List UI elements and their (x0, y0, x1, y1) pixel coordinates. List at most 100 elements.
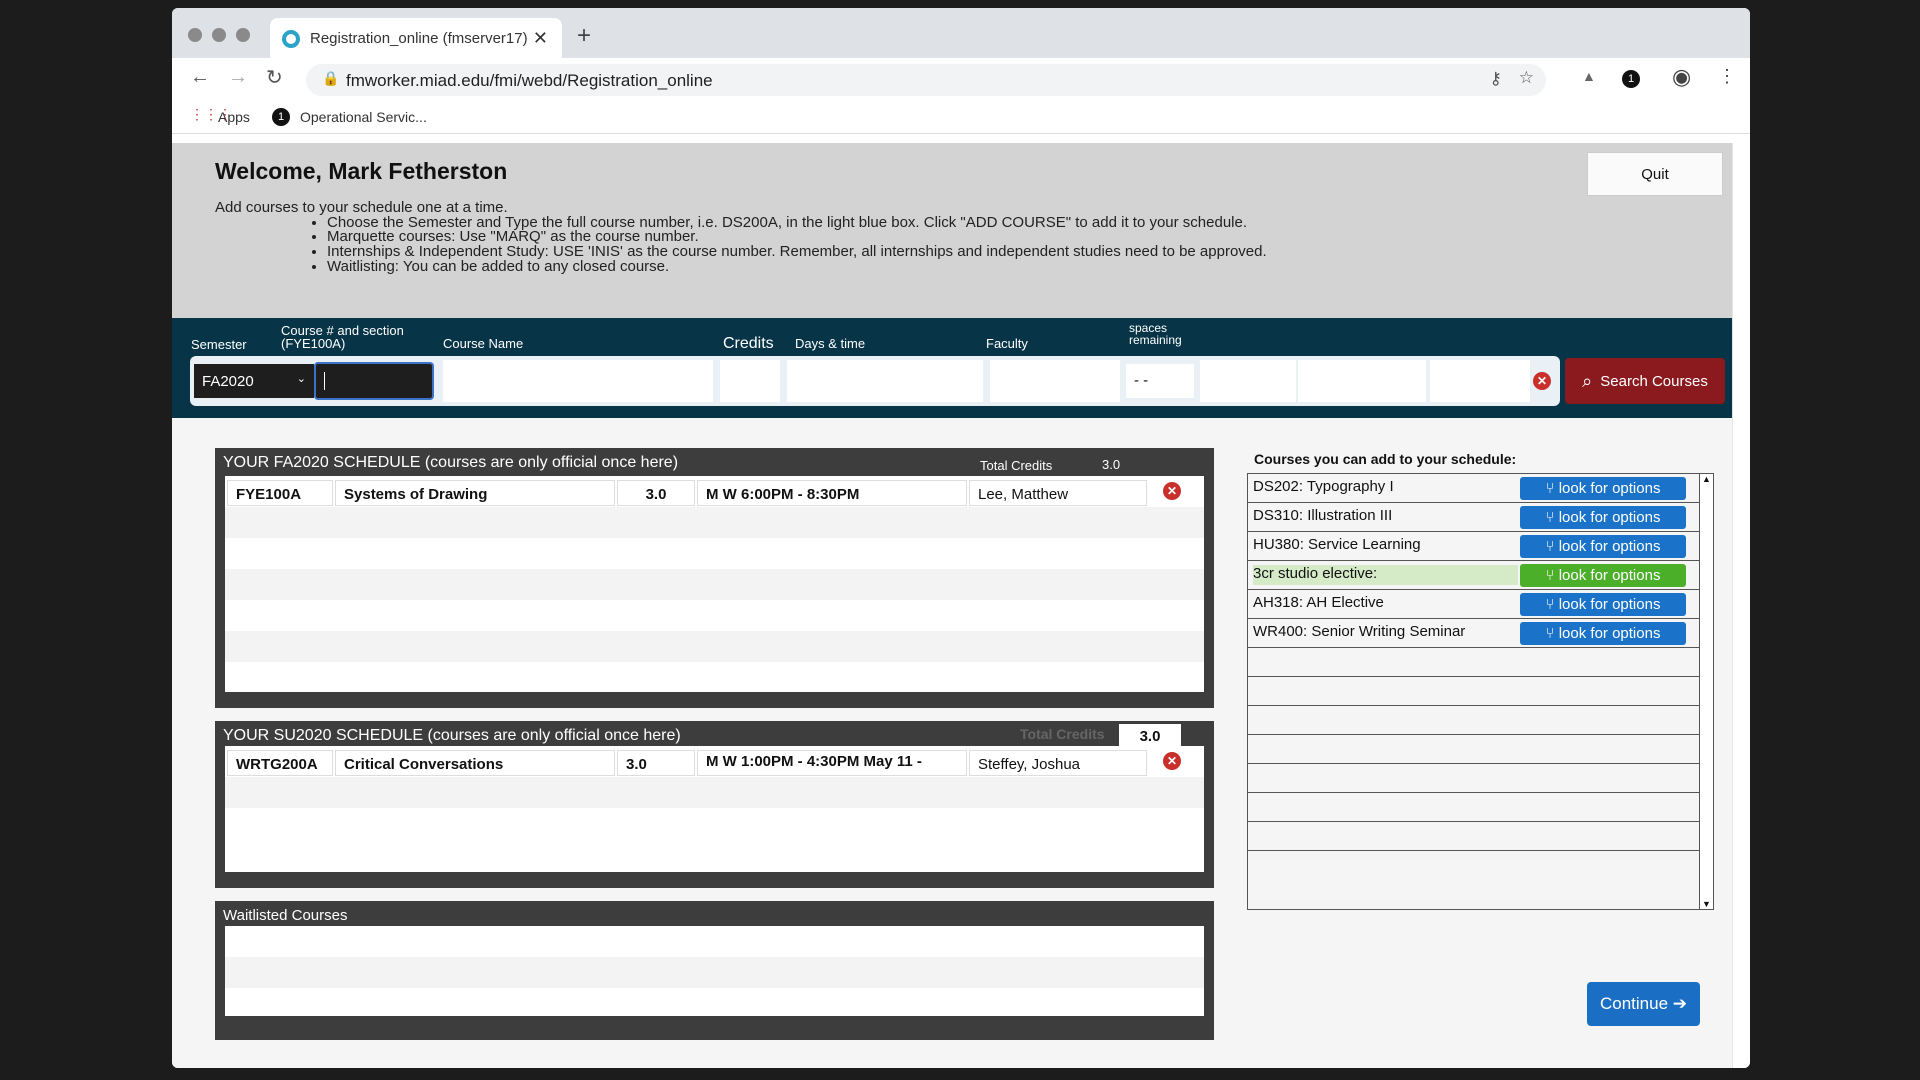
days-time-field[interactable] (787, 360, 983, 402)
course-code: FYE100A (227, 480, 333, 506)
bookmark-icon: 1 (272, 108, 290, 126)
browser-window: Registration_online (fmserver17) ✕ + ← →… (172, 8, 1750, 1068)
course-time: M W 6:00PM - 8:30PM (697, 480, 967, 506)
course-number-input[interactable] (314, 362, 434, 400)
course-entry-row: FA2020 ⌄ - - ✕ (190, 356, 1560, 406)
profile-icon[interactable]: ◉ (1672, 64, 1691, 90)
button-label: look for options (1558, 596, 1661, 613)
course-label: HU380: Service Learning (1253, 536, 1421, 553)
key-icon[interactable]: ⚷ (1490, 69, 1502, 89)
course-name-field[interactable] (443, 360, 713, 402)
tab-registration[interactable]: Registration_online (fmserver17) ✕ (270, 18, 562, 58)
search-icon: ⌕ (1582, 370, 1593, 391)
list-item: HU380: Service Learning ⑂ look for option… (1248, 532, 1713, 561)
extra-field-2[interactable] (1298, 360, 1426, 402)
course-credits: 3.0 (617, 480, 695, 506)
course-entry-bar: Semester Course # and section (FYE100A) … (172, 318, 1732, 418)
course-label: DS310: Illustration III (1253, 507, 1393, 524)
faculty-field[interactable] (990, 360, 1120, 402)
onepassword-icon[interactable]: 1 (1622, 70, 1640, 88)
course-name-label: Course Name (443, 336, 524, 351)
address-bar-row: ← → ↻ 🔒 fmworker.miad.edu/fmi/webd/Regis… (172, 58, 1750, 100)
instruction-item: Waitlisting: You can be added to any clo… (327, 259, 1267, 275)
semester-select[interactable]: FA2020 ⌄ (194, 364, 314, 398)
reload-icon[interactable]: ↻ (266, 65, 283, 90)
fa2020-schedule-panel: YOUR FA2020 SCHEDULE (courses are only o… (215, 448, 1214, 708)
bookmarks-bar: ⋮⋮⋮ Apps 1 Operational Servic... (172, 100, 1750, 134)
waitlisted-title: Waitlisted Courses (223, 907, 348, 924)
quit-button[interactable]: Quit (1587, 152, 1723, 196)
new-tab-icon[interactable]: + (577, 22, 591, 50)
course-name: Critical Conversations (335, 750, 615, 776)
header: Welcome, Mark Fetherston Add courses to … (172, 143, 1732, 318)
extra-field-1[interactable] (1200, 360, 1296, 402)
url-text: fmworker.miad.edu/fmi/webd/Registration_… (346, 71, 713, 90)
faculty-label: Faculty (986, 336, 1028, 351)
semester-label: Semester (191, 337, 247, 352)
look-for-options-button[interactable]: ⑂ look for options (1520, 622, 1686, 645)
bookmark-operational[interactable]: Operational Servic... (300, 109, 427, 125)
instructions: Add courses to your schedule one at a ti… (215, 200, 1267, 275)
days-time-label: Days & time (795, 336, 866, 351)
list-item: DS310: Illustration III ⑂ look for option… (1248, 503, 1713, 532)
extra-field-3[interactable] (1430, 360, 1530, 402)
waitlisted-panel: Waitlisted Courses (215, 901, 1214, 1040)
search-courses-label: Search Courses (1600, 372, 1708, 390)
course-faculty: Steffey, Joshua (969, 750, 1147, 776)
su2020-schedule-title: YOUR SU2020 SCHEDULE (courses are only o… (223, 727, 681, 744)
list-item: WR400: Senior Writing Seminar ⑂ look for … (1248, 619, 1713, 648)
look-for-options-button[interactable]: ⑂ look for options (1520, 477, 1686, 500)
fa2020-schedule-title: YOUR FA2020 SCHEDULE (courses are only o… (223, 454, 679, 471)
remaining-label: remaining (1129, 333, 1182, 347)
close-window-button[interactable] (188, 28, 202, 42)
tab-bar: Registration_online (fmserver17) ✕ + (172, 8, 1750, 58)
semester-value: FA2020 (202, 373, 254, 390)
close-tab-icon[interactable]: ✕ (533, 28, 548, 49)
continue-button[interactable]: Continue ➔ (1587, 982, 1700, 1026)
course-time: M W 1:00PM - 4:30PM May 11 - (697, 750, 967, 776)
look-for-options-button[interactable]: ⑂ look for options (1520, 506, 1686, 529)
page-scrollbar[interactable] (1732, 143, 1750, 1068)
remove-course-icon[interactable]: ✕ (1163, 752, 1181, 770)
maximize-window-button[interactable] (236, 28, 250, 42)
look-for-options-button[interactable]: ⑂ look for options (1520, 535, 1686, 558)
course-number-hint: (FYE100A) (281, 336, 346, 351)
scroll-down-icon[interactable]: ▼ (1702, 899, 1711, 909)
button-label: look for options (1558, 509, 1661, 526)
total-credits-value: 3.0 (1119, 724, 1181, 746)
course-label: WR400: Senior Writing Seminar (1253, 623, 1466, 640)
spaces-remaining-field: - - (1126, 364, 1194, 398)
table-row[interactable]: FYE100A Systems of Drawing 3.0 M W 6:00P… (225, 476, 1204, 507)
button-label: look for options (1558, 480, 1661, 497)
fa2020-course-list: FYE100A Systems of Drawing 3.0 M W 6:00P… (225, 476, 1204, 692)
search-courses-button[interactable]: ⌕ Search Courses (1565, 358, 1725, 404)
remove-course-icon[interactable]: ✕ (1163, 482, 1181, 500)
look-for-options-button[interactable]: ⑂ look for options (1520, 564, 1686, 587)
table-row[interactable]: WRTG200A Critical Conversations 3.0 M W … (225, 746, 1204, 777)
bookmark-apps[interactable]: Apps (218, 109, 250, 125)
forward-icon[interactable]: → (228, 66, 248, 89)
scroll-up-icon[interactable]: ▲ (1702, 474, 1711, 484)
course-faculty: Lee, Matthew (969, 480, 1147, 506)
credits-field[interactable] (720, 360, 780, 402)
menu-icon[interactable]: ⋮ (1718, 66, 1736, 87)
list-item: DS202: Typography I ⑂ look for options (1248, 474, 1713, 503)
total-credits-value: 3.0 (1102, 457, 1121, 472)
url-input[interactable]: 🔒 fmworker.miad.edu/fmi/webd/Registratio… (306, 64, 1546, 96)
list-scrollbar[interactable]: ▲ ▼ (1699, 474, 1713, 909)
extension-icon[interactable]: ▲ (1582, 68, 1596, 84)
star-icon[interactable]: ☆ (1519, 68, 1534, 88)
clear-entry-icon[interactable]: ✕ (1533, 372, 1551, 390)
back-icon[interactable]: ← (190, 66, 210, 89)
waitlisted-list (225, 926, 1204, 1016)
page-content: Welcome, Mark Fetherston Add courses to … (172, 143, 1732, 1068)
chevron-down-icon: ⌄ (296, 373, 306, 385)
course-code: WRTG200A (227, 750, 333, 776)
su2020-course-list: WRTG200A Critical Conversations 3.0 M W … (225, 746, 1204, 872)
list-item: AH318: AH Elective ⑂ look for options (1248, 590, 1713, 619)
course-name: Systems of Drawing (335, 480, 615, 506)
lock-icon: 🔒 (322, 70, 340, 86)
minimize-window-button[interactable] (212, 28, 226, 42)
list-item: 3cr studio elective: ⑂ look for options (1248, 561, 1713, 590)
look-for-options-button[interactable]: ⑂ look for options (1520, 593, 1686, 616)
